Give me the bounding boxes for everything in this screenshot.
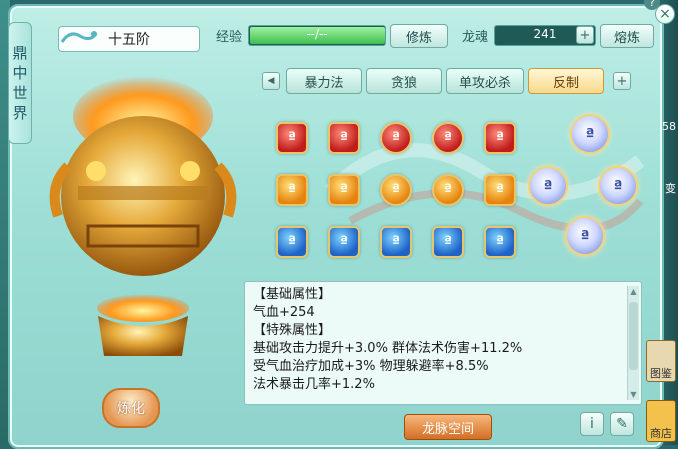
tab-baolifa[interactable]: 暴力法 xyxy=(286,68,362,94)
cultivate-button-label: 修炼 xyxy=(405,30,432,46)
gem-blue[interactable]: ª xyxy=(276,226,308,258)
side-text: 58 xyxy=(662,120,676,133)
tab-fanzhi[interactable]: 反制 xyxy=(528,68,604,94)
close-button[interactable]: × xyxy=(655,4,675,24)
dragon-emblem-icon xyxy=(60,28,98,48)
gem-orange[interactable]: ª xyxy=(380,174,412,206)
tab-label: 单攻必杀 xyxy=(458,75,511,91)
scroll-down-icon[interactable]: ▼ xyxy=(628,389,639,400)
atlas-button[interactable]: 图鉴 xyxy=(646,340,676,382)
refine-button-label: 炼化 xyxy=(117,401,145,417)
gem-red[interactable]: ª xyxy=(484,122,516,154)
shop-label: 商店 xyxy=(650,427,672,440)
scroll-up-icon[interactable]: ▲ xyxy=(628,286,639,297)
attribute-scrollbar[interactable]: ▲ ▼ xyxy=(627,286,639,400)
star-gem-left[interactable]: ª xyxy=(528,166,568,206)
info-button[interactable]: i xyxy=(580,412,604,436)
gem-orange[interactable]: ª xyxy=(276,174,308,206)
gem-symbol: ª xyxy=(585,124,595,144)
attr-line-heal: 受气血治疗加成+3% 物理躲避率+8.5% xyxy=(253,359,489,374)
gem-red[interactable]: ª xyxy=(380,122,412,154)
smelt-button-label: 熔炼 xyxy=(613,30,640,46)
side-text: 变 xyxy=(665,182,676,195)
smelt-button[interactable]: 熔炼 xyxy=(600,24,654,48)
add-tab-button[interactable]: + xyxy=(613,72,631,90)
dragon-vein-space-label: 龙脉空间 xyxy=(421,421,474,437)
gem-grid: ªªªªªªªªªªªªªªª xyxy=(272,116,552,258)
gem-red[interactable]: ª xyxy=(328,122,360,154)
attribute-panel: 【基础属性】 气血+254 【特殊属性】 基础攻击力提升+3.0% 群体法术伤害… xyxy=(244,281,642,405)
shop-button[interactable]: 商店 xyxy=(646,400,676,442)
gem-blue[interactable]: ª xyxy=(328,226,360,258)
side-tab-char: 鼎 xyxy=(12,44,28,62)
side-tab-char: 界 xyxy=(12,104,28,122)
plus-icon: + xyxy=(579,27,591,43)
gem-orange[interactable]: ª xyxy=(484,174,516,206)
gem-orange[interactable]: ª xyxy=(328,174,360,206)
cultivate-button[interactable]: 修炼 xyxy=(390,24,448,48)
rank-label: 十五阶 xyxy=(108,32,150,48)
close-icon: × xyxy=(659,6,671,22)
dragon-cauldron-image xyxy=(38,76,248,366)
gem-symbol: ª xyxy=(543,176,553,196)
tab-dangongbisha[interactable]: 单攻必杀 xyxy=(446,68,524,94)
attr-line-crit: 法术暴击几率+1.2% xyxy=(253,377,375,392)
tab-label: 反制 xyxy=(552,75,579,91)
gem-blue[interactable]: ª xyxy=(380,226,412,258)
gem-blue[interactable]: ª xyxy=(484,226,516,258)
gem-symbol: ª xyxy=(613,176,623,196)
gem-orange[interactable]: ª xyxy=(432,174,464,206)
star-gem-bottom[interactable]: ª xyxy=(565,216,605,256)
tab-prev-button[interactable]: ◀ xyxy=(262,72,280,90)
atlas-label: 图鉴 xyxy=(650,367,672,380)
experience-value: --/-- xyxy=(306,27,328,41)
add-longhun-button[interactable]: + xyxy=(576,26,594,44)
tab-label: 贪狼 xyxy=(390,75,417,91)
attr-line-basic-header: 【基础属性】 xyxy=(253,287,332,302)
star-gem-right[interactable]: ª xyxy=(598,166,638,206)
tab-label: 暴力法 xyxy=(304,75,344,91)
attr-line-special-header: 【特殊属性】 xyxy=(253,323,332,338)
attr-line-attack: 基础攻击力提升+3.0% 群体法术伤害+11.2% xyxy=(253,341,523,356)
question-icon: ? xyxy=(649,0,655,9)
dragon-vein-space-button[interactable]: 龙脉空间 xyxy=(404,414,492,440)
info-icon: i xyxy=(590,416,594,432)
right-edge-panel: 58 变 图鉴 商店 xyxy=(646,110,678,445)
side-tab-char: 世 xyxy=(12,84,28,102)
star-gem-top[interactable]: ª xyxy=(570,114,610,154)
chevron-left-icon: ◀ xyxy=(267,76,275,86)
cauldron-panel: 鼎 中 世 界 十五阶 经验 --/-- 修炼 龙魂 241 + 熔炼 ◀ 暴力… xyxy=(8,4,664,449)
gem-red[interactable]: ª xyxy=(276,122,308,154)
gem-symbol: ª xyxy=(580,226,590,246)
experience-bar: --/-- xyxy=(248,25,386,46)
side-tab-char: 中 xyxy=(12,64,28,82)
edit-icon: ✎ xyxy=(616,416,628,432)
experience-label: 经验 xyxy=(216,30,243,45)
gem-blue[interactable]: ª xyxy=(432,226,464,258)
longhun-label: 龙魂 xyxy=(462,30,489,45)
attr-line-hp: 气血+254 xyxy=(253,305,315,320)
scroll-thumb[interactable] xyxy=(629,302,638,370)
plus-icon: + xyxy=(616,73,628,89)
side-tab-world[interactable]: 鼎 中 世 界 xyxy=(8,22,32,144)
refine-button[interactable]: 炼化 xyxy=(102,388,160,428)
edit-button[interactable]: ✎ xyxy=(610,412,634,436)
gem-red[interactable]: ª xyxy=(432,122,464,154)
tab-tanlang[interactable]: 贪狼 xyxy=(366,68,442,94)
